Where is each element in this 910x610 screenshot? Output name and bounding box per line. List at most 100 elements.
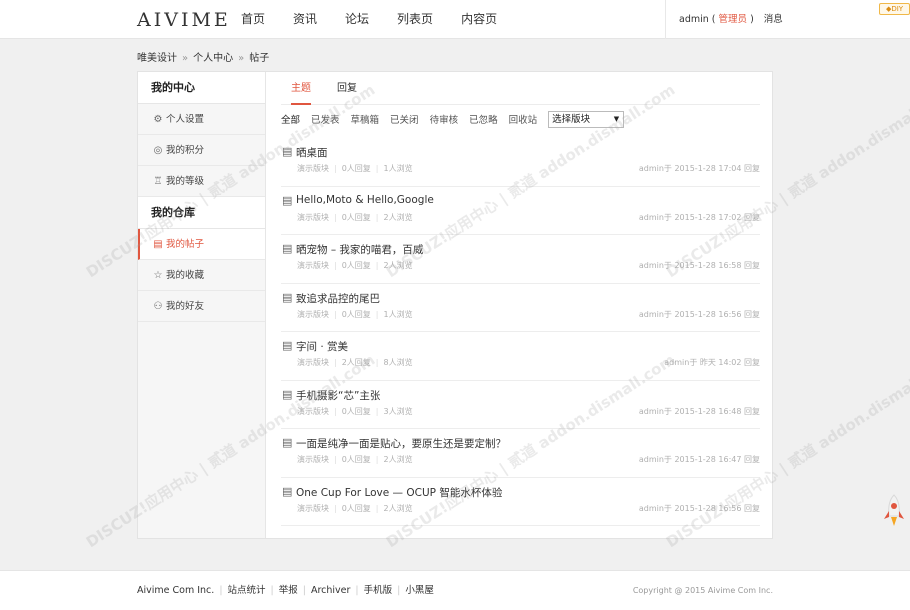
forum-select[interactable]: 选择版块 ▼ [548,110,625,128]
tab-topics[interactable]: 主题 [291,72,311,105]
nav-content-page[interactable]: 内容页 [461,0,497,39]
thread-replies: 0人回复 [341,455,371,464]
footer-sep: | [355,585,359,596]
thread-title[interactable]: 一面是纯净一面是贴心，要原生还是要定制？ [296,436,506,451]
thread-meta: 演示版块 | 0人回复 | 1人浏览 [297,163,413,174]
document-icon: ▤ [282,484,293,498]
thread-row: ▤ 晒宠物 – 我家的喵君，百威 演示版块 | 0人回复 | 2人浏览 admin于 2015… [281,235,760,284]
footer-sep: | [219,585,223,596]
content-area: 主题 回复 全部 已发表 草稿箱 已关闭 待审核 已忽略 回收站 选择版块 ▼ … [281,72,760,526]
thread-views: 1人浏览 [383,309,413,319]
document-icon: ▤ [282,387,293,401]
meta-sep: | [375,455,379,464]
footer-stats[interactable]: 站点统计 [228,585,266,596]
meta-sep: | [334,406,337,416]
meta-sep: | [375,261,379,270]
sidebar-item-points[interactable]: ◎ 我的积分 [138,135,265,166]
thread-forum[interactable]: 演示版块 [297,504,329,513]
thread-forum[interactable]: 演示版块 [297,455,329,464]
thread-replies: 0人回复 [341,406,371,416]
footer-archiver[interactable]: Archiver [311,585,350,596]
breadcrumb: 唯美设计 » 个人中心 » 帖子 [137,49,269,64]
thread-last-reply: admin于 2015-1-28 16:47 回复 [638,455,760,464]
document-icon: ▤ [282,193,293,207]
meta-sep: | [375,406,379,416]
star-icon: ☆ [153,270,163,281]
main-panel: 我的中心 ⚙ 个人设置 ◎ 我的积分 ♖ 我的等级 我的仓库 ▤ 我的帖子 ☆ 我的收藏 … [137,71,773,539]
thread-views: 2人浏览 [383,503,413,513]
filter-published[interactable]: 已发表 [311,112,340,126]
sidebar-item-label: 我的等级 [166,176,205,187]
top-header: AIVIME 首页 资讯 论坛 列表页 内容页 admin ( 管理员 ) 消息 [0,0,910,39]
thread-title[interactable]: 晒桌面 [296,145,328,160]
thread-forum[interactable]: 演示版块 [297,261,329,270]
thread-title[interactable]: 手机摄影“芯”主张 [296,388,380,403]
filter-closed[interactable]: 已关闭 [390,112,419,126]
footer-sep: | [302,585,306,596]
username-link[interactable]: admin [679,14,709,25]
thread-row: ▤ 晒桌面 演示版块 | 0人回复 | 1人浏览 admin于 2015-1-28 17:04… [281,138,760,187]
thread-title[interactable]: 字间 · 赏美 [296,339,348,354]
rocket-back-to-top-icon[interactable] [883,494,905,528]
coins-icon: ◎ [153,145,163,156]
diy-button[interactable]: ◆DIY [879,3,910,15]
thread-forum[interactable]: 演示版块 [297,164,329,173]
thread-views: 1人浏览 [383,164,413,173]
thread-forum[interactable]: 演示版块 [297,358,329,367]
thread-replies: 0人回复 [341,164,371,173]
sidebar-item-label: 我的好友 [166,301,205,312]
document-icon: ▤ [282,242,293,255]
thread-title[interactable]: One Cup For Love — OCUP 智能水杯体验 [296,485,502,500]
footer-report[interactable]: 举报 [279,585,298,596]
forum-select-value: 选择版块 [552,113,591,125]
sidebar-item-my-threads[interactable]: ▤ 我的帖子 [138,229,265,260]
thread-row: ▤ 一面是纯净一面是贴心，要原生还是要定制？ 演示版块 | 0人回复 | 2人浏览 admin… [281,429,760,478]
filter-all[interactable]: 全部 [281,112,300,126]
thread-last-reply: admin于 2015-1-28 16:48 回复 [638,406,760,416]
thread-title[interactable]: 致追求品控的尾巴 [296,291,380,306]
nav-forum[interactable]: 论坛 [345,0,369,39]
filter-ignored[interactable]: 已忽略 [469,112,498,126]
breadcrumb-user-center[interactable]: 个人中心 [193,53,233,64]
thread-forum[interactable]: 演示版块 [297,407,329,416]
thread-row: ▤ 手机摄影“芯”主张 演示版块 | 0人回复 | 3人浏览 admin于 2015-1-28… [281,381,760,429]
tab-replies[interactable]: 回复 [337,72,357,105]
meta-sep: | [334,309,337,319]
footer-company[interactable]: Aivime Com Inc. [137,585,214,596]
filter-pending[interactable]: 待审核 [430,112,459,126]
thread-forum[interactable]: 演示版块 [297,213,329,222]
thread-list: ▤ 晒桌面演示版块 | 0人回复 | 1人浏览 admin于 2015-1-28 17:04… [281,138,760,526]
messages-link[interactable]: 消息 [764,14,783,25]
thread-last-reply: admin于 2015-1-28 17:04 回复 [638,164,760,173]
nav-home[interactable]: 首页 [241,0,265,39]
thread-row: ▤ One Cup For Love — OCUP 智能水杯体验 演示版块 | 0人回复… [281,478,760,526]
thread-views: 2人浏览 [383,212,413,222]
thread-views: 2人浏览 [383,455,413,464]
site-logo[interactable]: AIVIME [137,9,231,31]
footer-mobile[interactable]: 手机版 [364,585,393,596]
sidebar-item-favorites[interactable]: ☆ 我的收藏 [138,260,265,291]
sidebar-item-settings[interactable]: ⚙ 个人设置 [138,104,265,135]
nav-news[interactable]: 资讯 [293,0,317,39]
trophy-icon: ♖ [153,176,163,187]
breadcrumb-home[interactable]: 唯美设计 [137,53,177,64]
filter-recycle-bin[interactable]: 回收站 [509,112,538,126]
thread-title[interactable]: 晒宠物 – 我家的喵君，百威 [296,242,423,257]
meta-sep: | [334,164,337,173]
gear-icon: ⚙ [153,114,163,125]
admin-role-link[interactable]: 管理员 [716,14,751,25]
role-paren-open: ( [708,14,716,25]
sidebar-item-friends[interactable]: ⚇ 我的好友 [138,291,265,322]
thread-meta: 演示版块 | 0人回复 | 2人浏览 [297,212,413,223]
thread-replies: 0人回复 [341,503,371,513]
filter-drafts[interactable]: 草稿箱 [351,112,380,126]
nav-list-page[interactable]: 列表页 [397,0,433,39]
thread-forum[interactable]: 演示版块 [297,310,329,319]
thread-row: ▤ 字间 · 赏美 演示版块 | 2人回复 | 8人浏览 admin于 昨天 14:02 回复 [281,332,760,381]
friends-icon: ⚇ [153,301,163,312]
thread-last-reply: admin于 2015-1-28 16:56 回复 [638,503,760,513]
footer-blackroom[interactable]: 小黑屋 [405,585,434,596]
thread-title[interactable]: Hello,Moto & Hello,Google [296,194,434,206]
sidebar-item-level[interactable]: ♖ 我的等级 [138,166,265,197]
document-icon: ▤ [153,239,163,250]
